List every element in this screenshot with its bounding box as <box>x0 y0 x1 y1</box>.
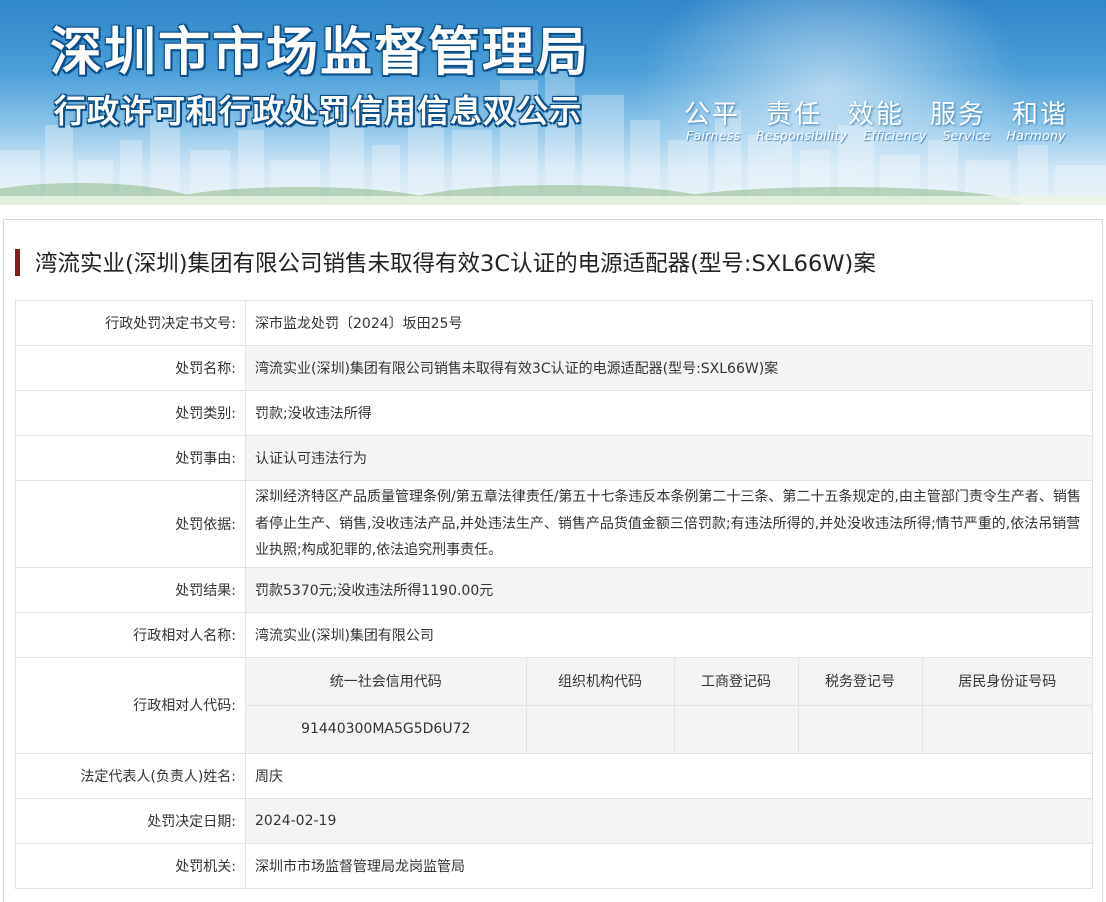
banner-subtitle: 行政许可和行政处罚信用信息双公示 <box>54 92 583 130</box>
decision-date-label: 处罚决定日期: <box>15 797 246 844</box>
penalty-basis-value: 深圳经济特区产品质量管理条例/第五章法律责任/第五十七条违反本条例第二十三条、第… <box>245 480 1093 568</box>
slogan-en-efficiency: Efficiency <box>863 128 927 143</box>
slogan-english: Fairness Responsibility Efficiency Servi… <box>686 128 1066 143</box>
authority-label: 处罚机关: <box>15 842 246 889</box>
case-detail-panel: 湾流实业(深圳)集团有限公司销售未取得有效3C认证的电源适配器(型号:SXL66… <box>3 219 1103 902</box>
slogan-harmony: 和谐 <box>1011 100 1068 130</box>
authority-value: 深圳市市场监督管理局龙岗监管局 <box>245 842 1093 889</box>
slogan-en-responsibility: Responsibility <box>756 128 848 143</box>
slogan-responsibility: 责任 <box>765 100 822 130</box>
party-code-cell: 统一社会信用代码 组织机构代码 工商登记码 税务登记号 居民身份证号码 9144… <box>245 656 1093 754</box>
party-name-label: 行政相对人名称: <box>15 611 246 658</box>
slogan-en-harmony: Harmony <box>1006 128 1066 143</box>
code-value-tax-reg <box>797 705 922 753</box>
code-value-id-card <box>921 705 1092 753</box>
penalty-basis-label: 处罚依据: <box>15 480 246 568</box>
penalty-type-value: 罚款;没收违法所得 <box>245 390 1093 436</box>
penalty-reason-label: 处罚事由: <box>15 435 246 481</box>
slogan-en-fairness: Fairness <box>686 128 741 143</box>
row-party-code: 行政相对人代码: 统一社会信用代码 组织机构代码 工商登记码 税务登记号 居民身… <box>15 656 1093 754</box>
banner-title: 深圳市市场监督管理局 <box>50 23 591 83</box>
row-party-name: 行政相对人名称: 湾流实业(深圳)集团有限公司 <box>15 611 1093 658</box>
row-legal-rep: 法定代表人(负责人)姓名: 周庆 <box>15 752 1093 799</box>
decision-date-value: 2024-02-19 <box>245 797 1093 844</box>
party-code-table: 统一社会信用代码 组织机构代码 工商登记码 税务登记号 居民身份证号码 9144… <box>246 657 1092 753</box>
header-banner: 深圳市市场监督管理局 行政许可和行政处罚信用信息双公示 公平 责任 效能 服务 … <box>0 0 1106 205</box>
case-info-table: 行政处罚决定书文号: 深市监龙处罚〔2024〕坂田25号 处罚名称: 湾流实业(… <box>15 300 1093 889</box>
code-value-business-reg <box>673 705 798 753</box>
code-value-credit: 91440300MA5G5D6U72 <box>301 721 471 737</box>
row-penalty-name: 处罚名称: 湾流实业(深圳)集团有限公司销售未取得有效3C认证的电源适配器(型号… <box>15 345 1093 391</box>
doc-no-value: 深市监龙处罚〔2024〕坂田25号 <box>245 300 1093 346</box>
case-title-block: 湾流实业(深圳)集团有限公司销售未取得有效3C认证的电源适配器(型号:SXL66… <box>15 247 876 277</box>
legal-rep-label: 法定代表人(负责人)姓名: <box>15 752 246 799</box>
penalty-reason-value: 认证认可违法行为 <box>245 435 1093 481</box>
penalty-result-value: 罚款5370元;没收违法所得1190.00元 <box>245 566 1093 613</box>
slogan-chinese: 公平 责任 效能 服务 和谐 <box>684 94 1068 131</box>
code-header-business-reg: 工商登记码 <box>673 657 798 706</box>
legal-rep-value: 周庆 <box>245 752 1093 799</box>
penalty-result-label: 处罚结果: <box>15 566 246 613</box>
party-name-value: 湾流实业(深圳)集团有限公司 <box>245 611 1093 658</box>
code-header-credit: 统一社会信用代码 <box>246 657 526 706</box>
row-authority: 处罚机关: 深圳市市场监督管理局龙岗监管局 <box>15 842 1093 889</box>
code-header-row: 统一社会信用代码 组织机构代码 工商登记码 税务登记号 居民身份证号码 <box>246 657 1092 706</box>
doc-no-label: 行政处罚决定书文号: <box>15 300 246 346</box>
slogan-fairness: 公平 <box>684 100 741 130</box>
slogan-en-service: Service <box>942 128 991 143</box>
row-penalty-reason: 处罚事由: 认证认可违法行为 <box>15 435 1093 481</box>
code-value-row: 91440300MA5G5D6U72 <box>246 705 1092 753</box>
row-penalty-result: 处罚结果: 罚款5370元;没收违法所得1190.00元 <box>15 566 1093 613</box>
penalty-type-label: 处罚类别: <box>15 390 246 436</box>
title-accent-bar <box>15 248 20 276</box>
row-doc-no: 行政处罚决定书文号: 深市监龙处罚〔2024〕坂田25号 <box>15 300 1093 346</box>
code-header-id-card: 居民身份证号码 <box>921 657 1092 706</box>
penalty-name-value: 湾流实业(深圳)集团有限公司销售未取得有效3C认证的电源适配器(型号:SXL66… <box>245 345 1093 391</box>
code-header-tax-reg: 税务登记号 <box>797 657 922 706</box>
case-title: 湾流实业(深圳)集团有限公司销售未取得有效3C认证的电源适配器(型号:SXL66… <box>35 251 876 277</box>
penalty-name-label: 处罚名称: <box>15 345 246 391</box>
code-header-org: 组织机构代码 <box>525 657 674 706</box>
row-penalty-type: 处罚类别: 罚款;没收违法所得 <box>15 390 1093 436</box>
slogan-efficiency: 效能 <box>847 100 904 130</box>
code-value-org <box>525 705 674 753</box>
row-penalty-basis: 处罚依据: 深圳经济特区产品质量管理条例/第五章法律责任/第五十七条违反本条例第… <box>15 480 1093 568</box>
row-decision-date: 处罚决定日期: 2024-02-19 <box>15 797 1093 844</box>
party-code-label: 行政相对人代码: <box>15 656 246 754</box>
slogan-service: 服务 <box>929 100 986 130</box>
